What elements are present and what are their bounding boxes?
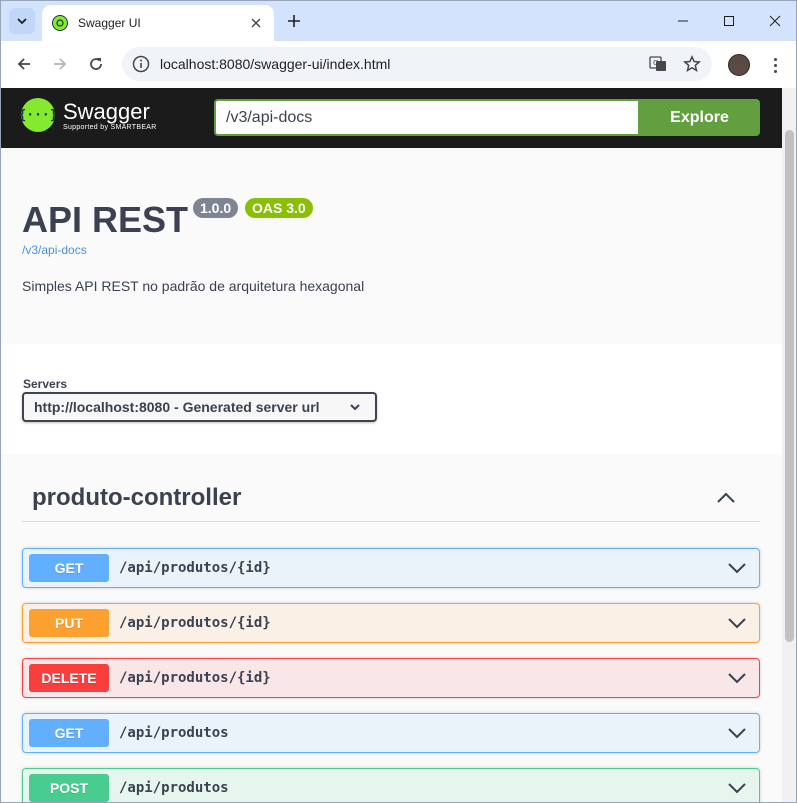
new-tab-button[interactable] — [284, 11, 304, 31]
api-description: Simples API REST no padrão de arquitetur… — [22, 278, 365, 294]
operations-section: produto-controller GET /api/produtos/{id… — [1, 454, 782, 802]
minimize-icon — [678, 20, 688, 22]
operation-path: /api/produtos — [119, 780, 229, 796]
plus-icon — [288, 15, 300, 27]
minimize-button[interactable] — [660, 1, 706, 41]
explore-button[interactable]: Explore — [639, 99, 760, 136]
tag-header-produto-controller[interactable]: produto-controller — [22, 480, 760, 522]
close-icon — [769, 15, 781, 27]
url-text[interactable]: localhost:8080/swagger-ui/index.html — [160, 56, 644, 72]
arrow-left-icon — [17, 58, 30, 70]
page-viewport: {···} Swagger Supported by SMARTBEAR /v3… — [1, 88, 782, 802]
chevron-down-icon[interactable] — [727, 668, 747, 688]
chevron-down-icon[interactable] — [727, 778, 747, 798]
browser-menu-button[interactable] — [765, 54, 785, 76]
browser-window: Swagger UI localhost:8080/swagger-ui/ind… — [0, 0, 797, 803]
method-badge: GET — [29, 719, 109, 747]
operation-path: /api/produtos/{id} — [119, 615, 271, 631]
operation-delete-produto[interactable]: DELETE /api/produtos/{id} — [22, 658, 760, 698]
browser-tab[interactable]: Swagger UI — [42, 5, 274, 41]
operation-get-produtos[interactable]: GET /api/produtos — [22, 713, 760, 753]
operation-get-produto-by-id[interactable]: GET /api/produtos/{id} — [22, 548, 760, 588]
swagger-brand-text: Swagger — [63, 98, 150, 124]
operation-path: /api/produtos — [119, 725, 229, 741]
browser-toolbar: localhost:8080/swagger-ui/index.html G — [1, 41, 796, 88]
swagger-favicon-icon — [52, 15, 68, 31]
api-title: API REST — [22, 199, 189, 240]
reload-icon — [90, 58, 102, 70]
forward-button[interactable] — [46, 50, 74, 78]
method-badge: DELETE — [29, 664, 109, 692]
tag-title: produto-controller — [32, 484, 242, 511]
back-button[interactable] — [10, 50, 38, 78]
servers-label: Servers — [23, 377, 68, 391]
swagger-topbar: {···} Swagger Supported by SMARTBEAR /v3… — [1, 88, 782, 148]
chevron-down-icon — [17, 18, 27, 25]
tab-search-button[interactable] — [9, 8, 35, 34]
tab-close-icon[interactable] — [248, 15, 264, 31]
scrollbar-thumb[interactable] — [785, 130, 794, 642]
swagger-logo[interactable]: {···} Swagger Supported by SMARTBEAR — [18, 98, 157, 132]
address-bar[interactable]: localhost:8080/swagger-ui/index.html G — [122, 47, 712, 81]
tab-title: Swagger UI — [78, 16, 141, 30]
operation-put-produto[interactable]: PUT /api/produtos/{id} — [22, 603, 760, 643]
chevron-up-icon[interactable] — [716, 488, 736, 508]
method-badge: GET — [29, 554, 109, 582]
method-badge: POST — [29, 774, 109, 802]
bookmark-star-icon[interactable] — [678, 50, 706, 78]
version-badge: 1.0.0 — [193, 198, 239, 218]
arrow-right-icon — [54, 58, 67, 70]
operation-post-produto[interactable]: POST /api/produtos — [22, 768, 760, 802]
maximize-icon — [724, 16, 734, 26]
site-info-icon[interactable] — [132, 55, 150, 73]
servers-section: Servers http://localhost:8080 - Generate… — [1, 344, 782, 454]
operation-path: /api/produtos/{id} — [119, 560, 271, 576]
translate-icon[interactable]: G — [644, 50, 672, 78]
servers-selected-value: http://localhost:8080 - Generated server… — [34, 399, 320, 415]
api-docs-link[interactable]: /v3/api-docs — [22, 243, 87, 257]
reload-button[interactable] — [82, 50, 110, 78]
close-window-button[interactable] — [752, 1, 796, 41]
operation-path: /api/produtos/{id} — [119, 670, 271, 686]
swagger-logo-icon: {···} — [18, 98, 58, 132]
chevron-down-icon[interactable] — [727, 558, 747, 578]
svg-text:G: G — [653, 59, 658, 67]
profile-avatar[interactable] — [728, 54, 750, 76]
spec-url-input[interactable]: /v3/api-docs — [214, 99, 640, 136]
servers-select[interactable]: http://localhost:8080 - Generated server… — [22, 392, 377, 422]
swagger-brand-subtitle: Supported by SMARTBEAR — [63, 123, 157, 131]
chevron-down-icon[interactable] — [727, 723, 747, 743]
chevron-down-icon[interactable] — [727, 613, 747, 633]
chevron-down-icon — [350, 404, 360, 411]
oas-badge: OAS 3.0 — [245, 198, 313, 218]
maximize-button[interactable] — [706, 1, 752, 41]
method-badge: PUT — [29, 609, 109, 637]
page-scrollbar[interactable] — [782, 88, 796, 802]
tab-strip: Swagger UI — [1, 1, 796, 41]
api-info: API REST 1.0.0 OAS 3.0 /v3/api-docs Simp… — [1, 148, 782, 344]
